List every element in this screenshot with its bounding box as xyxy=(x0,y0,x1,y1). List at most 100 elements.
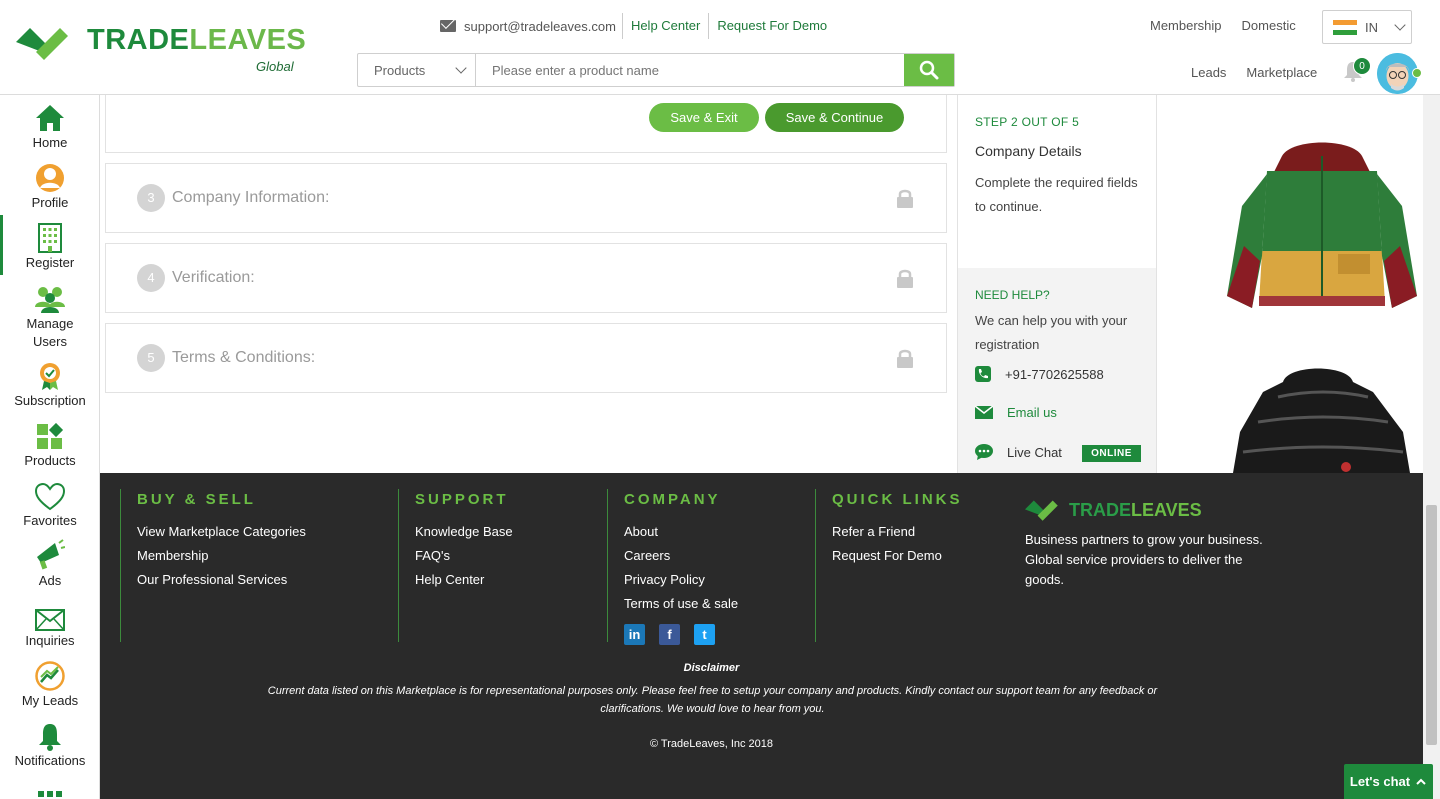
products-icon xyxy=(37,423,64,449)
step-number-badge: 5 xyxy=(137,344,165,372)
footer-link[interactable]: Refer a Friend xyxy=(832,520,1005,544)
megaphone-icon xyxy=(37,539,65,570)
chevron-down-icon xyxy=(455,62,467,74)
logo-text: TRADELEAVES xyxy=(87,24,307,56)
step-number-badge: 4 xyxy=(137,264,165,292)
leads-link[interactable]: Leads xyxy=(1191,65,1226,80)
footer-link[interactable]: Help Center xyxy=(415,568,588,592)
subscription-icon xyxy=(40,363,60,390)
search-icon xyxy=(919,60,939,80)
scrollbar-thumb[interactable] xyxy=(1426,505,1437,745)
footer-link[interactable]: Our Professional Services xyxy=(137,568,380,592)
step-company-information[interactable]: 3 Company Information: xyxy=(105,163,947,233)
social-links: in f t xyxy=(624,624,797,645)
black-puffer-jacket-image[interactable] xyxy=(1228,362,1418,473)
bell-icon xyxy=(39,724,61,751)
sidebar-item-home[interactable]: Home xyxy=(0,101,99,150)
step-description: Complete the required fields to continue… xyxy=(975,175,1138,214)
footer-heading: COMPANY xyxy=(624,491,721,508)
search-button[interactable] xyxy=(904,54,954,86)
chevron-up-icon xyxy=(1416,778,1426,785)
sidebar-item-my-leads[interactable]: My Leads xyxy=(0,659,99,708)
phone-link[interactable]: +91-7702625588 xyxy=(975,366,1104,382)
live-chat-link[interactable]: Live Chat xyxy=(975,444,1062,460)
footer-link[interactable]: Membership xyxy=(137,544,380,568)
profile-icon xyxy=(36,164,64,192)
header-right-links-2: Leads Marketplace xyxy=(1191,65,1317,80)
footer-link[interactable]: Knowledge Base xyxy=(415,520,588,544)
sidebar-item-products[interactable]: Products xyxy=(0,419,99,468)
footer-link[interactable]: Privacy Policy xyxy=(624,568,797,592)
online-status-badge: ONLINE xyxy=(1082,445,1141,462)
footer-link[interactable]: Terms of use & sale xyxy=(624,592,797,616)
footer-col-quick-links: QUICK LINKS Refer a Friend Request For D… xyxy=(815,489,1005,642)
step-number-badge: 3 xyxy=(137,184,165,212)
footer-heading: SUPPORT xyxy=(415,491,509,508)
save-exit-button[interactable]: Save & Exit xyxy=(649,103,759,132)
facebook-icon[interactable]: f xyxy=(659,624,680,645)
lock-icon xyxy=(897,349,913,368)
footer-link[interactable]: About xyxy=(624,520,797,544)
header: TRADELEAVES Global support@tradeleaves.c… xyxy=(0,0,1440,95)
email-us-link[interactable]: Email us xyxy=(975,405,1057,420)
heart-icon xyxy=(35,483,65,511)
lets-chat-button[interactable]: Let's chat xyxy=(1344,764,1433,799)
footer-link[interactable]: Careers xyxy=(624,544,797,568)
jacket-product-image[interactable] xyxy=(1222,136,1422,318)
help-description: We can help you with your registration xyxy=(975,313,1128,352)
linkedin-icon[interactable]: in xyxy=(624,624,645,645)
envelope-icon xyxy=(35,609,65,631)
sidebar: Home Profile Register Manage Users Subsc… xyxy=(0,95,100,799)
footer-heading: QUICK LINKS xyxy=(832,491,963,508)
search-input[interactable] xyxy=(476,54,904,86)
step-verification[interactable]: 4 Verification: xyxy=(105,243,947,313)
footer-brand: TRADELEAVES Business partners to grow yo… xyxy=(1025,498,1263,587)
logo[interactable]: TRADELEAVES Global xyxy=(16,22,306,78)
top-links: support@tradeleaves.com Help Center Requ… xyxy=(440,13,835,39)
sidebar-item-subscription[interactable]: Subscription xyxy=(0,359,99,408)
notification-count-badge: 0 xyxy=(1353,57,1371,75)
form-actions-card: Save & Exit Save & Continue xyxy=(105,95,947,153)
footer-col-buy-sell: BUY & SELL View Marketplace Categories M… xyxy=(120,489,380,642)
lock-icon xyxy=(897,189,913,208)
copyright: © TradeLeaves, Inc 2018 xyxy=(649,738,774,750)
sidebar-item-manage-users[interactable]: Manage Users xyxy=(0,281,99,351)
chevron-down-icon xyxy=(1394,19,1406,31)
step-title: Company Details xyxy=(975,143,1082,159)
footer-link[interactable]: View Marketplace Categories xyxy=(137,520,380,544)
leaf-logo-icon xyxy=(1025,500,1058,521)
country-select[interactable]: IN xyxy=(1322,10,1412,44)
twitter-icon[interactable]: t xyxy=(694,624,715,645)
request-demo-link[interactable]: Request For Demo xyxy=(709,13,835,39)
sidebar-item-notifications[interactable]: Notifications xyxy=(0,719,99,768)
search-category-select[interactable]: Products xyxy=(358,54,476,86)
online-status-dot xyxy=(1412,68,1422,78)
footer: BUY & SELL View Marketplace Categories M… xyxy=(100,473,1423,799)
leaf-logo-icon xyxy=(16,28,68,60)
footer-link[interactable]: Request For Demo xyxy=(832,544,1005,568)
header-right-links: Membership Domestic xyxy=(1150,18,1296,33)
lock-icon xyxy=(897,269,913,288)
registration-progress-panel: STEP 2 OUT OF 5 Company Details Complete… xyxy=(957,95,1157,473)
footer-heading: BUY & SELL xyxy=(137,491,256,508)
step-terms-conditions[interactable]: 5 Terms & Conditions: xyxy=(105,323,947,393)
support-email[interactable]: support@tradeleaves.com xyxy=(440,13,623,39)
sidebar-item-profile[interactable]: Profile xyxy=(0,161,99,210)
sidebar-item-inquiries[interactable]: Inquiries xyxy=(0,599,99,648)
building-icon xyxy=(38,223,62,253)
footer-col-company: COMPANY About Careers Privacy Policy Ter… xyxy=(607,489,797,645)
footer-col-support: SUPPORT Knowledge Base FAQ's Help Center xyxy=(398,489,588,642)
membership-link[interactable]: Membership xyxy=(1150,18,1222,33)
help-center-link[interactable]: Help Center xyxy=(623,13,710,39)
footer-link[interactable]: FAQ's xyxy=(415,544,588,568)
marketplace-link[interactable]: Marketplace xyxy=(1246,65,1317,80)
sidebar-item-more[interactable] xyxy=(0,779,99,799)
sidebar-item-ads[interactable]: Ads xyxy=(0,539,99,588)
sidebar-item-register[interactable]: Register xyxy=(0,215,99,275)
leads-icon xyxy=(35,661,65,691)
page-scrollbar[interactable] xyxy=(1423,95,1440,799)
sidebar-item-favorites[interactable]: Favorites xyxy=(0,479,99,528)
domestic-link[interactable]: Domestic xyxy=(1242,18,1296,33)
save-continue-button[interactable]: Save & Continue xyxy=(765,103,904,132)
step-title: Company Information: xyxy=(172,189,330,206)
